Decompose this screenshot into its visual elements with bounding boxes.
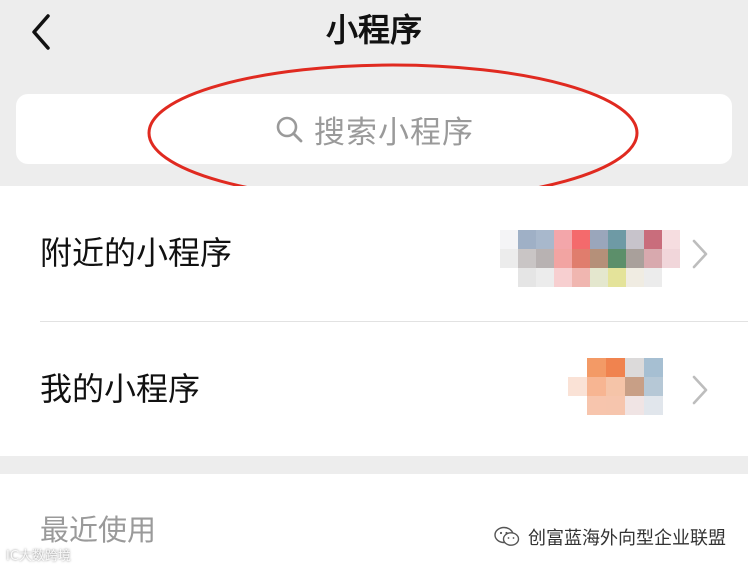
blurred-thumbnails — [500, 230, 680, 287]
section-title-recent: 最近使用 — [40, 513, 157, 547]
recent-section: 最近使用 创富蓝海外向型企业联盟 — [0, 474, 748, 566]
nav-bar: 小程序 — [0, 0, 748, 80]
list-item-my-mini-programs[interactable]: 我的小程序 — [0, 322, 748, 457]
corner-watermark: IC大数跨境 — [6, 549, 71, 564]
search-input[interactable]: 搜索小程序 — [16, 94, 732, 164]
search-icon — [276, 116, 303, 143]
mini-programs-screen: 小程序 搜索小程序 附近的小程序 我的小程序 最近使用 创富蓝海外向型企业联盟 … — [0, 0, 748, 566]
page-title: 小程序 — [325, 11, 422, 49]
search-placeholder: 搜索小程序 — [314, 114, 474, 151]
mini-program-list: 附近的小程序 我的小程序 — [0, 186, 748, 456]
watermark-text: 创富蓝海外向型企业联盟 — [528, 528, 726, 549]
chevron-right-icon — [692, 239, 708, 269]
list-item-nearby-mini-programs[interactable]: 附近的小程序 — [0, 186, 748, 322]
list-item-label: 附近的小程序 — [40, 234, 233, 272]
list-item-label: 我的小程序 — [40, 370, 201, 408]
wechat-watermark: 创富蓝海外向型企业联盟 — [494, 522, 726, 552]
wechat-icon — [494, 526, 520, 546]
blurred-thumbnails — [568, 358, 663, 415]
chevron-right-icon — [692, 375, 708, 405]
